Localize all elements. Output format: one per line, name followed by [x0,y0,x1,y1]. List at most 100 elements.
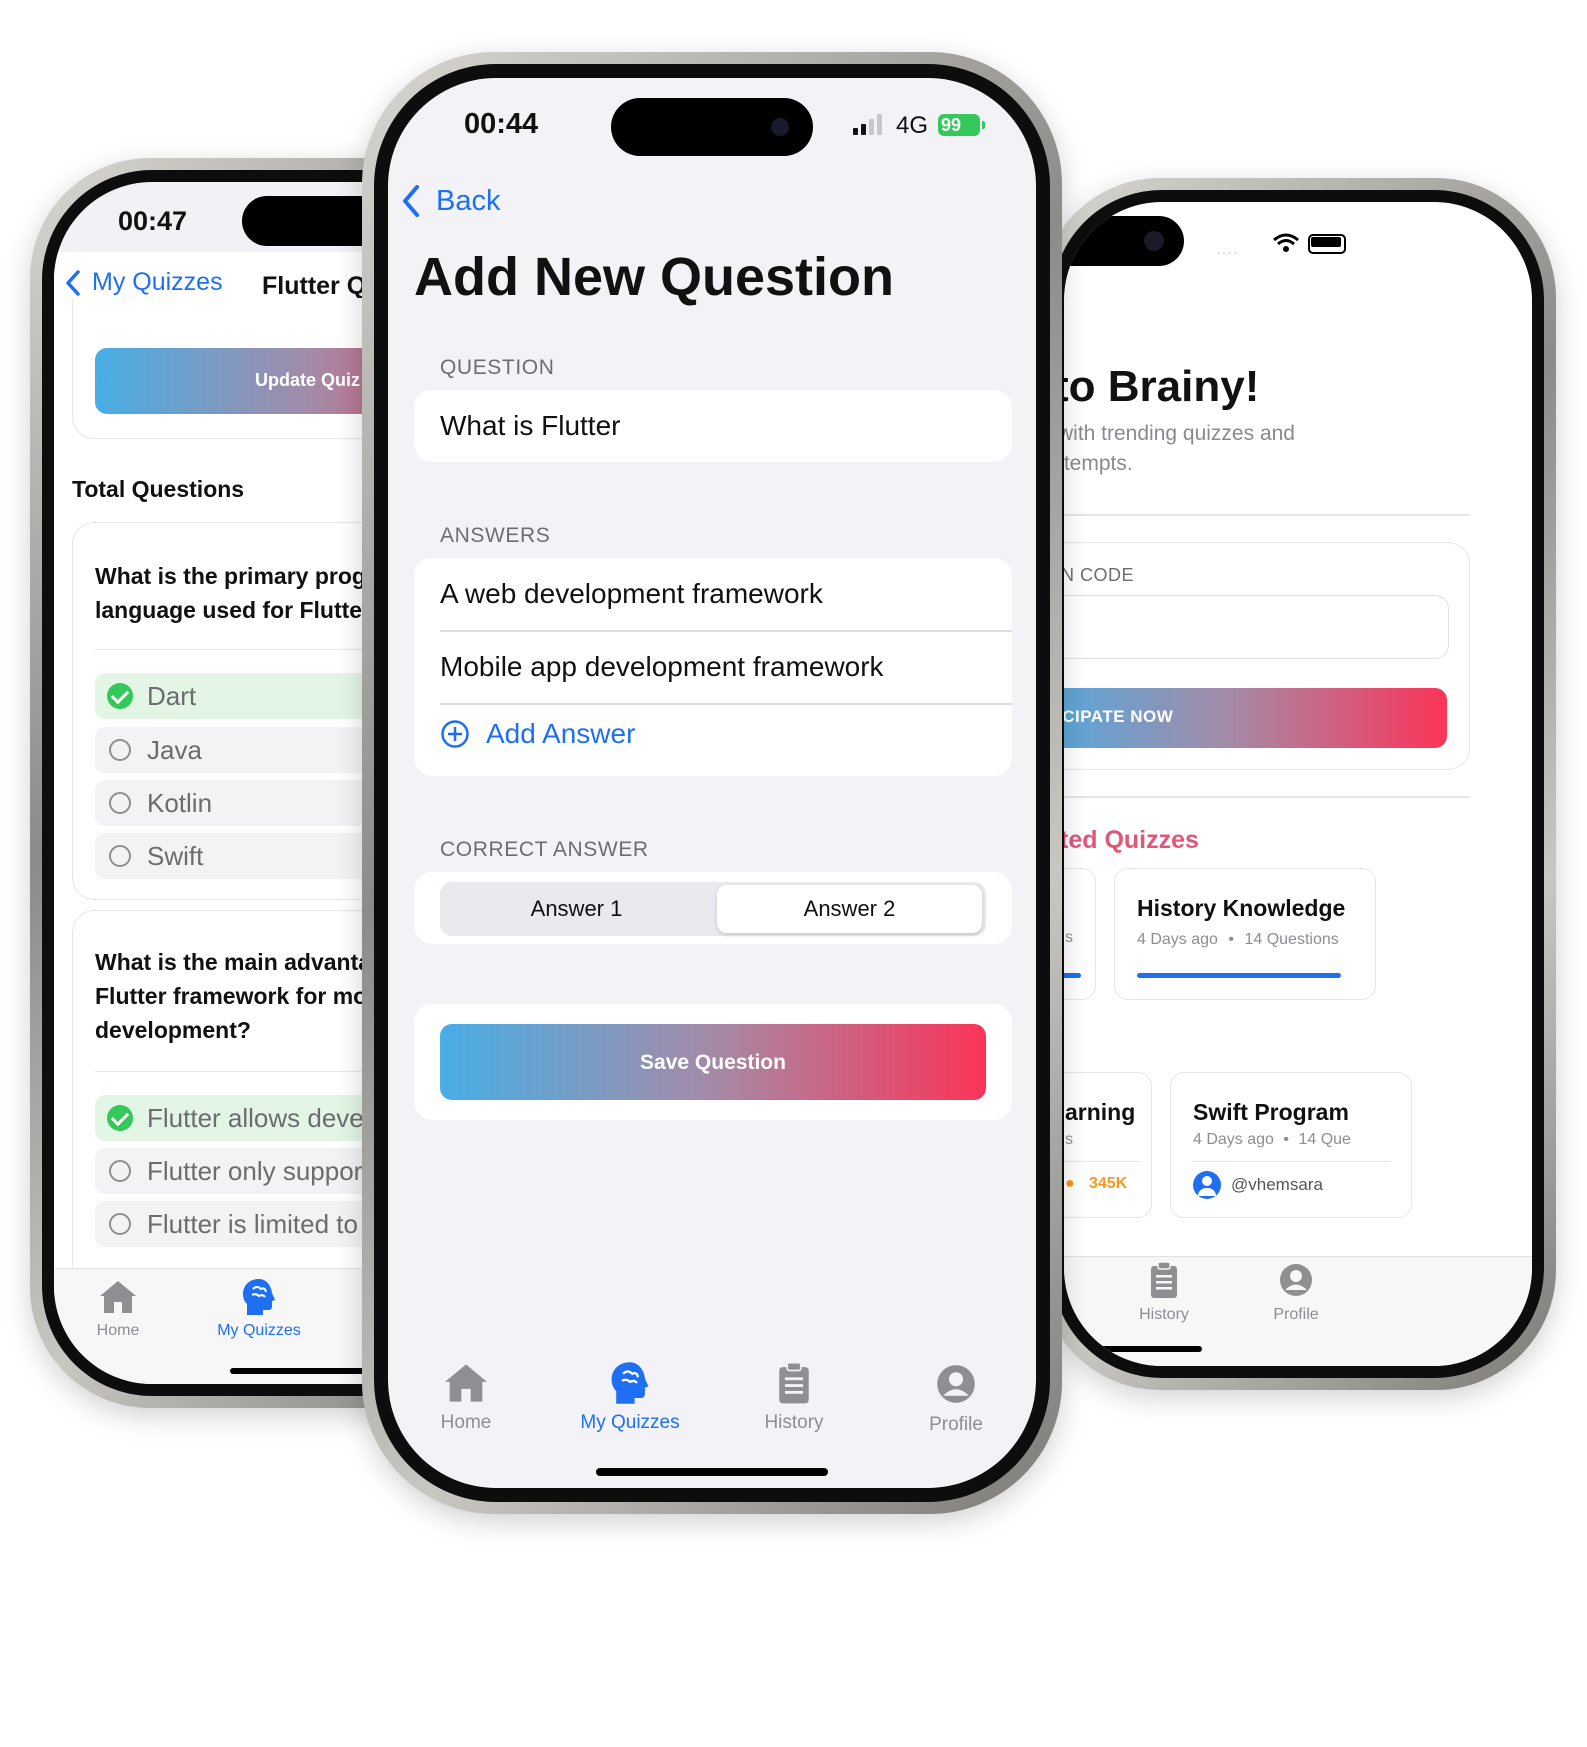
question-text: What is the primary prog language used f… [95,563,372,623]
user-avatar-icon [1193,1171,1221,1199]
tab-label: My Quizzes [580,1412,680,1433]
option-label: Kotlin [147,787,213,818]
radio-empty-icon [109,1213,131,1235]
signal-dots-icon: ···· [1216,244,1239,260]
tab-label: History [764,1412,824,1433]
welcome-title: to Brainy! [1064,362,1260,411]
tab-label: s [1064,1299,1068,1316]
author-handle: @vhemsara [1231,1175,1323,1194]
save-section: Save Question [414,1004,1012,1120]
tab-label: Home [440,1412,492,1433]
quiz-card-learning[interactable]: arning s ● 345K [1064,1072,1152,1218]
question-input-value: What is Flutter [440,410,621,441]
quiz-card-swift[interactable]: Swift Program 4 Days ago • 14 Que @vhems… [1170,1072,1412,1218]
segment-label: Answer 2 [803,896,896,921]
person-circle-icon [1280,1264,1312,1296]
quiz-card-history-knowledge[interactable]: History Knowledge 4 Days ago • 14 Questi… [1114,868,1376,1000]
tab-home[interactable]: Home [406,1362,526,1434]
cellular-signal-icon [853,114,882,135]
radio-empty-icon [109,845,131,867]
progress-bar [1064,973,1081,978]
join-code-input[interactable] [1064,595,1449,659]
tab-bar: Home My Quizzes History Profile [388,1348,1036,1488]
tab-profile[interactable]: Profile [1256,1263,1336,1324]
tab-home[interactable]: Home [78,1279,158,1340]
tab-my-quizzes[interactable]: My Quizzes [570,1360,690,1434]
dynamic-island [1064,216,1184,266]
save-question-label: Save Question [640,1051,786,1074]
quiz-card-count: 14 Que [1298,1131,1351,1148]
back-label: Back [436,184,501,217]
divider [440,703,1012,705]
answers-list: A web development framework Mobile app d… [414,558,1012,776]
quiz-card-title: History Knowledge [1137,895,1346,921]
answer-value: A web development framework [440,578,823,609]
quiz-card-count: 14 Questions [1244,931,1339,948]
battery-icon [1308,234,1346,254]
participate-now-button[interactable]: ICIPATE NOW [1064,688,1447,748]
answer-value: Mobile app development framework [440,651,884,682]
clipboard-icon [779,1361,809,1404]
tab-partial[interactable]: s [1064,1299,1074,1317]
add-answer-button[interactable]: Add Answer [440,718,635,750]
save-question-button[interactable]: Save Question [440,1024,986,1100]
center-phone-screen: 00:44 4G 99 Back Add New Question QUESTI… [388,78,1036,1488]
clipboard-icon [1151,1261,1177,1298]
house-icon [100,1281,136,1313]
tab-label: Home [96,1322,140,1339]
segment-answer-2-selected[interactable]: Answer 2 [717,885,982,933]
fire-icon: ● [1065,1175,1075,1192]
meta-separator: • [1228,931,1234,948]
divider [1064,1161,1139,1162]
segment-answer-1[interactable]: Answer 1 [440,882,713,936]
section-label-answers: ANSWERS [440,524,551,547]
divider [1191,1161,1391,1162]
quiz-card-meta: 4 Days ago • 14 Que [1193,1131,1351,1149]
quiz-card-meta: 4 Days ago • 14 Questions [1137,931,1339,949]
back-label: My Quizzes [92,268,223,296]
update-quiz-label: Update Quiz [255,370,361,390]
person-circle-icon [937,1365,975,1403]
section-label-correct-answer: CORRECT ANSWER [440,838,649,861]
page-title: Add New Question [414,247,895,307]
option-label: Flutter allows develop [147,1102,399,1133]
back-button[interactable]: Back [400,184,500,218]
tab-history[interactable]: History [1124,1261,1204,1324]
checkmark-circle-icon [107,1105,133,1131]
question-text: What is the main advanta Flutter framewo… [95,949,372,1043]
quiz-card-meta: s [1065,1131,1073,1148]
radio-empty-icon [109,1160,131,1182]
join-code-label: N CODE [1064,565,1135,585]
back-button[interactable]: My Quizzes [64,268,223,297]
tab-label: Profile [929,1414,983,1435]
tab-history[interactable]: History [734,1360,854,1434]
option-label: Swift [147,840,204,871]
add-answer-label: Add Answer [486,718,636,749]
quiz-card-age: 4 Days ago [1193,1131,1274,1148]
brain-head-icon [243,1279,275,1315]
progress-bar [1137,973,1341,978]
answer-input[interactable]: A web development framework [414,558,1012,630]
segment-label: Answer 1 [530,896,623,921]
tab-profile[interactable]: Profile [896,1364,1016,1436]
option-label: Flutter only supports [147,1155,383,1186]
camera-dot [1144,231,1164,251]
section-title: ted Quizzes [1064,826,1199,854]
welcome-subtitle-1: with trending quizzes and [1064,422,1295,445]
chevron-left-icon [66,269,80,296]
status-time: 00:44 [464,108,539,140]
welcome-subtitle-2: ttempts. [1064,452,1133,475]
tab-my-quizzes[interactable]: My Quizzes [204,1277,314,1340]
divider [1064,514,1470,516]
network-type: 4G [896,112,929,139]
quiz-card-partial[interactable]: s [1064,868,1096,1000]
tab-label: History [1139,1306,1189,1323]
nav-title: Flutter Q [262,272,367,300]
segmented-control: Answer 1 Answer 2 [440,882,986,936]
brain-head-icon [611,1362,649,1404]
question-input[interactable]: What is Flutter [414,390,1012,462]
answer-input[interactable]: Mobile app development framework [414,631,1012,703]
wifi-icon [1273,233,1299,252]
quiz-card-title: Swift Program [1193,1099,1349,1125]
quiz-card-age: 4 Days ago [1137,931,1218,948]
